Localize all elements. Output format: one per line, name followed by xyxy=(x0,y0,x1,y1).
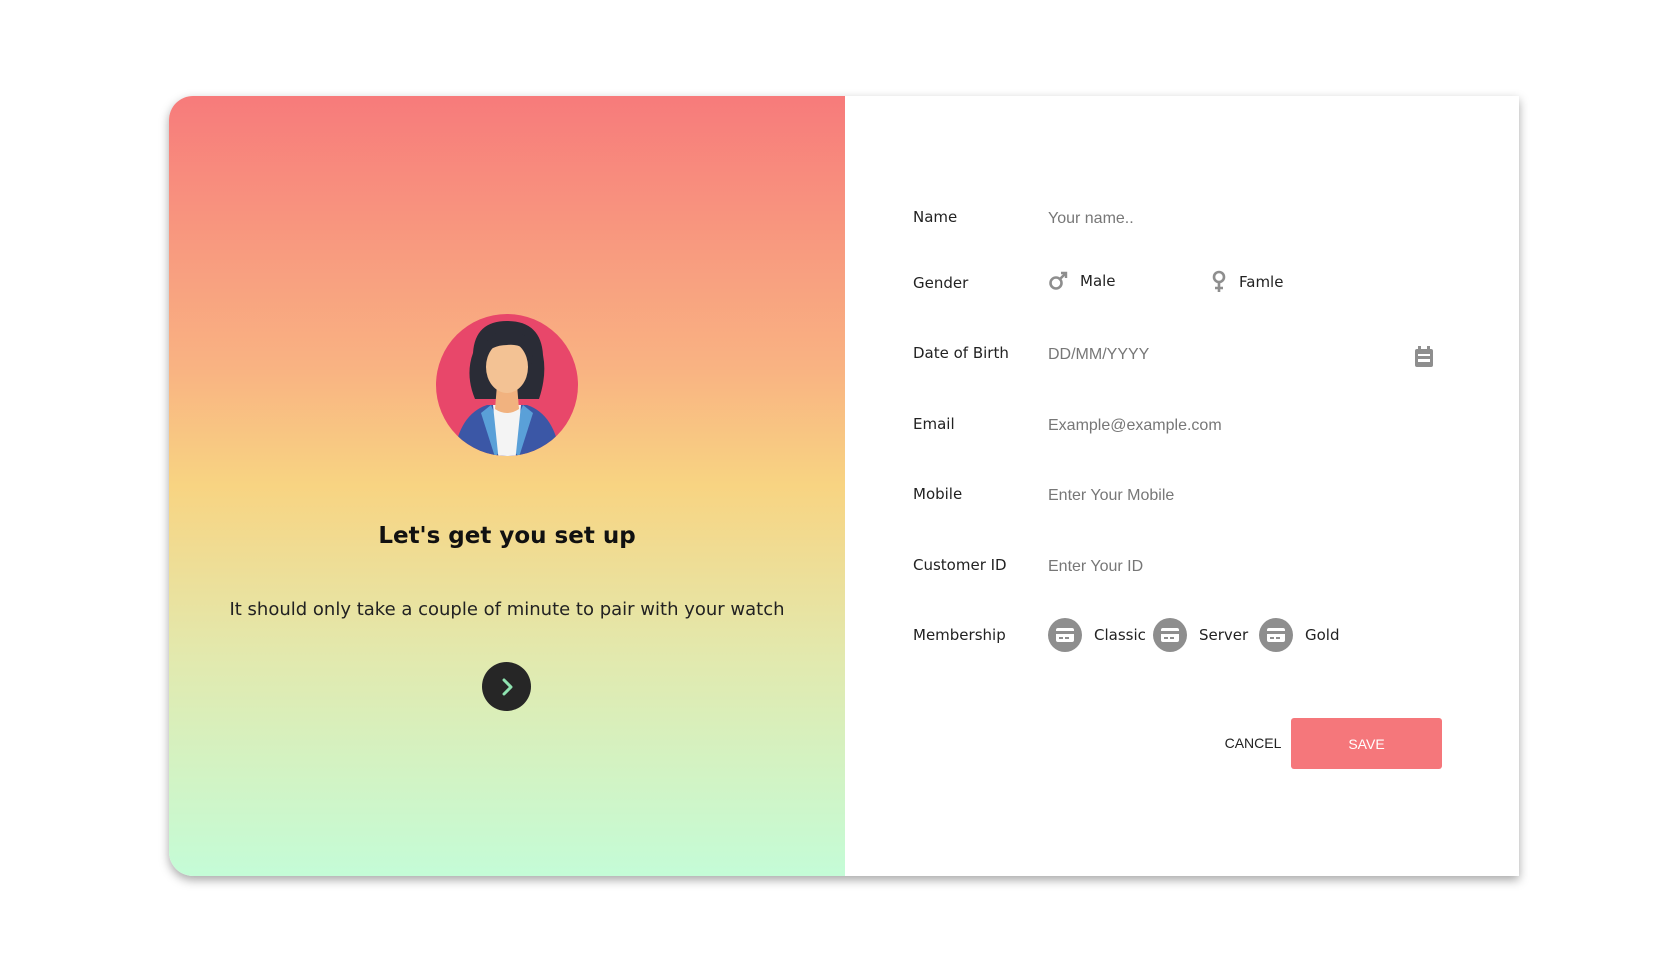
card-icon xyxy=(1048,618,1082,652)
membership-row: Membership Classic Server Gold xyxy=(913,618,1473,666)
membership-option-label: Classic xyxy=(1094,626,1146,644)
setup-card: Let's get you set up It should only take… xyxy=(169,96,1519,876)
customer-id-label: Customer ID xyxy=(913,556,1007,574)
mobile-input[interactable] xyxy=(1048,487,1408,505)
mobile-label: Mobile xyxy=(913,485,963,503)
intro-subtitle: It should only take a couple of minute t… xyxy=(229,599,785,620)
dob-input[interactable] xyxy=(1048,346,1408,364)
customer-id-row: Customer ID xyxy=(913,556,1473,596)
gender-option-female[interactable]: Famle xyxy=(1211,270,1283,294)
email-row: Email xyxy=(913,415,1473,455)
gender-label: Gender xyxy=(913,274,969,292)
gender-option-label: Male xyxy=(1080,272,1116,290)
calendar-icon[interactable] xyxy=(1414,346,1434,373)
dob-row: Date of Birth xyxy=(913,344,1473,384)
name-label: Name xyxy=(913,208,958,226)
email-label: Email xyxy=(913,415,955,433)
membership-option-label: Server xyxy=(1199,626,1249,644)
save-button[interactable]: SAVE xyxy=(1291,718,1442,769)
email-input[interactable] xyxy=(1048,417,1408,435)
card-icon xyxy=(1259,618,1293,652)
female-icon xyxy=(1212,270,1226,292)
gender-option-male[interactable]: Male xyxy=(1048,270,1116,292)
gender-row: Gender Male Famle xyxy=(913,270,1473,314)
membership-option-classic[interactable]: Classic xyxy=(1048,618,1146,652)
dob-label: Date of Birth xyxy=(913,344,1009,362)
name-row: Name xyxy=(913,208,1473,248)
customer-id-input[interactable] xyxy=(1048,558,1408,576)
male-icon xyxy=(1049,271,1068,290)
avatar xyxy=(435,313,579,457)
membership-option-server[interactable]: Server xyxy=(1153,618,1248,652)
name-input[interactable] xyxy=(1048,210,1408,228)
profile-form: Name Gender Male Famle xyxy=(845,96,1519,876)
chevron-right-icon xyxy=(502,678,512,695)
mobile-row: Mobile xyxy=(913,485,1473,525)
card-icon xyxy=(1153,618,1187,652)
next-button[interactable] xyxy=(482,662,531,711)
intro-title: Let's get you set up xyxy=(378,523,636,549)
membership-option-label: Gold xyxy=(1305,626,1340,644)
membership-label: Membership xyxy=(913,626,1006,644)
intro-panel: Let's get you set up It should only take… xyxy=(169,96,845,876)
woman-avatar-icon xyxy=(436,314,578,456)
membership-option-gold[interactable]: Gold xyxy=(1259,618,1340,652)
gender-option-label: Famle xyxy=(1239,273,1284,291)
